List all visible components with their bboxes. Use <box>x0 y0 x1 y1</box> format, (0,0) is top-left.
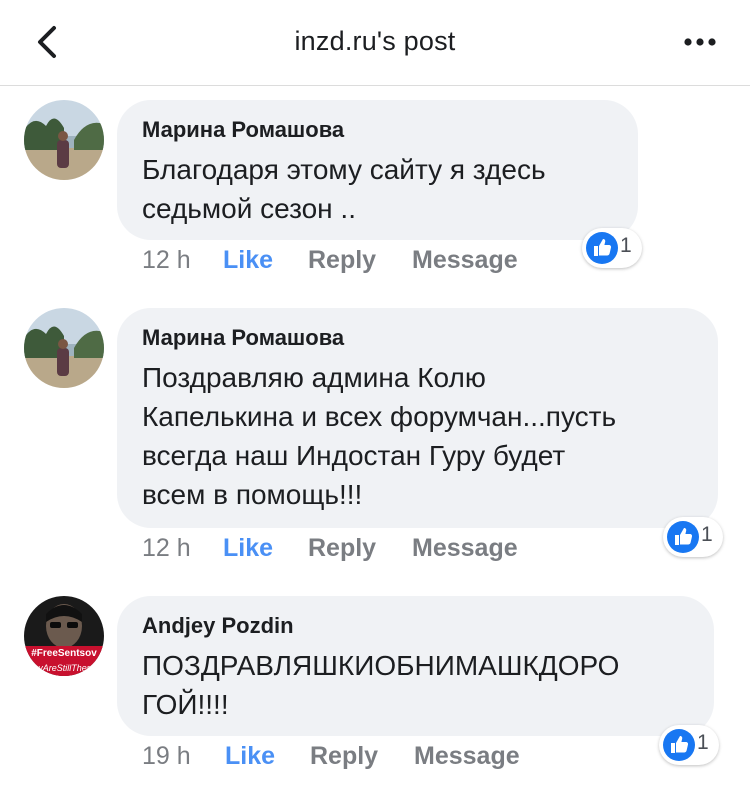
avatar[interactable] <box>24 100 104 180</box>
comment-text: Поздравляю админа Колю Капелькина и всех… <box>142 358 694 514</box>
reaction-summary[interactable]: 1 <box>659 725 719 765</box>
like-button[interactable]: Like <box>223 245 273 275</box>
page-title: inzd.ru's post <box>294 26 456 56</box>
like-button[interactable]: Like <box>223 533 273 563</box>
comment-timestamp: 19 h <box>142 742 191 770</box>
avatar[interactable]: #FreeSentsov eyAreStillThere <box>24 596 104 676</box>
reaction-count: 1 <box>697 731 709 754</box>
comment-text: Благодаря этому сайту я здесь седьмой се… <box>142 150 614 228</box>
comment-bubble: Марина Ромашова Благодаря этому сайту я … <box>117 100 638 240</box>
thumbs-up-icon <box>663 729 695 761</box>
comment-timestamp: 12 h <box>142 534 191 562</box>
avatar-caption: #FreeSentsov <box>31 648 97 659</box>
reply-button[interactable]: Reply <box>308 533 376 563</box>
comment-text-line: Капелькина и всех форумчан...пусть <box>142 401 617 432</box>
comment-item: Марина Ромашова Благодаря этому сайту я … <box>0 100 750 280</box>
comment-text-line: ПОЗДРАВЛЯШКИОБНИМАШКДОРО <box>142 650 620 681</box>
avatar[interactable] <box>24 308 104 388</box>
comment-author[interactable]: Andjey Pozdin <box>142 612 690 640</box>
top-navigation-bar: inzd.ru's post <box>0 0 750 86</box>
comment-bubble: Марина Ромашова Поздравляю админа Колю К… <box>117 308 718 528</box>
comment-text-line: всем в помощь!!! <box>142 479 363 510</box>
reaction-summary[interactable]: 1 <box>663 517 723 557</box>
comment-text: ПОЗДРАВЛЯШКИОБНИМАШКДОРО ГОЙ!!!! <box>142 646 690 724</box>
reaction-summary[interactable]: 1 <box>582 228 642 268</box>
message-button[interactable]: Message <box>414 741 520 771</box>
comment-text-line: ГОЙ!!!! <box>142 689 229 720</box>
message-button[interactable]: Message <box>412 245 518 275</box>
comment-author[interactable]: Марина Ромашова <box>142 116 614 144</box>
profile-photo-freesentsov: #FreeSentsov eyAreStillThere <box>24 596 104 676</box>
thumbs-up-icon <box>586 232 618 264</box>
comment-bubble: Andjey Pozdin ПОЗДРАВЛЯШКИОБНИМАШКДОРО Г… <box>117 596 714 736</box>
reply-button[interactable]: Reply <box>310 741 378 771</box>
more-horizontal-icon <box>684 38 716 46</box>
like-button[interactable]: Like <box>225 741 275 771</box>
comment-item: #FreeSentsov eyAreStillThere Andjey Pozd… <box>0 596 750 776</box>
more-options-button[interactable] <box>680 30 720 54</box>
avatar-caption: eyAreStillThere <box>33 663 95 673</box>
profile-photo-beach <box>24 308 104 388</box>
comment-text-line: Поздравляю админа Колю <box>142 362 486 393</box>
comment-timestamp: 12 h <box>142 246 191 274</box>
comment-text-line: всегда наш Индостан Гуру будет <box>142 440 566 471</box>
comment-author[interactable]: Марина Ромашова <box>142 324 694 352</box>
comment-item: Марина Ромашова Поздравляю админа Колю К… <box>0 308 750 568</box>
comment-text-line: седьмой сезон .. <box>142 193 356 224</box>
reaction-count: 1 <box>701 523 713 546</box>
profile-photo-beach <box>24 100 104 180</box>
reaction-count: 1 <box>620 234 632 257</box>
message-button[interactable]: Message <box>412 533 518 563</box>
thumbs-up-icon <box>667 521 699 553</box>
comment-text-line: Благодаря этому сайту я здесь <box>142 154 546 185</box>
reply-button[interactable]: Reply <box>308 245 376 275</box>
